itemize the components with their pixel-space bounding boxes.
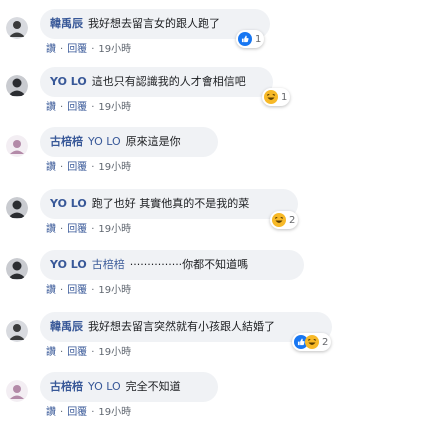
reaction-count-badge[interactable]: 2 [292,333,332,351]
avatar[interactable] [6,320,28,342]
like-link[interactable]: 讚 [46,102,56,113]
separator-dot: · [60,407,64,418]
comment-actions: 讚 · 回覆 · 19小時 [46,161,135,175]
comment-bubble: YO LO 這也只有認識我的人才會相信吧 [40,67,273,97]
comment-bubble: 古棓棓 YO LO 完全不知道 [40,372,218,402]
reaction-count: 1 [281,91,288,103]
comment: 古棓棓 YO LO 原來這是你 讚 · 回覆 · 19小時 [0,127,421,181]
comment-actions: 讚 · 回覆 · 19小時 [46,406,135,420]
comment: YO LO 古棓棓 ···············你都不知道嗎 讚 · 回覆 · 19小時 [0,250,421,304]
avatar[interactable] [6,75,28,97]
reaction-count-badge[interactable]: 1 [236,30,265,48]
comment-text: 我好想去留言突然就有小孩跟人結婚了 [88,320,275,333]
comment-timestamp[interactable]: 19小時 [98,224,131,235]
comment-text: 跑了也好 其實他真的不是我的菜 [91,197,250,210]
comment-timestamp[interactable]: 19小時 [98,44,131,55]
comment: 古棓棓 YO LO 完全不知道 讚 · 回覆 · 19小時 [0,372,421,426]
comment-text: 這也只有認識我的人才會相信吧 [91,75,246,88]
comment-actions: 讚 · 回覆 · 19小時 [46,284,135,298]
comment-text: ···············你都不知道嗎 [129,258,249,271]
comment-author[interactable]: YO LO [50,197,87,210]
comment-author[interactable]: 韓禹辰 [50,17,83,30]
reaction-count: 2 [289,214,296,226]
like-link[interactable]: 讚 [46,44,56,55]
separator-dot: · [91,162,95,173]
haha-icon [305,335,319,349]
comment: YO LO 跑了也好 其實他真的不是我的菜 2 讚 · 回覆 · 19小時 [0,189,421,243]
comment-author[interactable]: 韓禹辰 [50,320,83,333]
haha-icon [264,90,278,104]
separator-dot: · [60,285,64,296]
like-link[interactable]: 讚 [46,285,56,296]
comment-author[interactable]: YO LO [50,258,87,271]
separator-dot: · [60,347,64,358]
comment-timestamp[interactable]: 19小時 [98,162,131,173]
separator-dot: · [91,285,95,296]
haha-icon [272,213,286,227]
comment-author[interactable]: 古棓棓 [50,135,83,148]
comment-bubble: 韓禹辰 我好想去留言突然就有小孩跟人結婚了 [40,312,332,342]
separator-dot: · [60,162,64,173]
separator-dot: · [60,102,64,113]
comment-text: 原來這是你 [125,135,181,148]
avatar[interactable] [6,135,28,157]
comment-author[interactable]: YO LO [50,75,87,88]
comment-mention[interactable]: YO LO [88,135,121,148]
like-link[interactable]: 讚 [46,407,56,418]
separator-dot: · [91,347,95,358]
avatar[interactable] [6,17,28,39]
separator-dot: · [91,44,95,55]
like-link[interactable]: 讚 [46,224,56,235]
reply-link[interactable]: 回覆 [67,102,87,113]
comment-bubble: 韓禹辰 我好想去留言女的跟人跑了 [40,9,270,39]
reaction-count-badge[interactable]: 1 [262,88,291,106]
comment-thread: 韓禹辰 我好想去留言女的跟人跑了 1 讚 · 回覆 · 19小時 YO LO 這也只有認識我… [0,0,421,421]
comment-bubble: YO LO 古棓棓 ···············你都不知道嗎 [40,250,304,280]
comment-timestamp[interactable]: 19小時 [98,285,131,296]
like-link[interactable]: 讚 [46,162,56,173]
comment-text: 我好想去留言女的跟人跑了 [88,17,220,30]
separator-dot: · [91,407,95,418]
comment-timestamp[interactable]: 19小時 [98,347,131,358]
comment-actions: 讚 · 回覆 · 19小時 [46,43,135,57]
reply-link[interactable]: 回覆 [67,347,87,358]
comment-bubble: YO LO 跑了也好 其實他真的不是我的菜 [40,189,298,219]
reply-link[interactable]: 回覆 [67,407,87,418]
comment: YO LO 這也只有認識我的人才會相信吧 1 讚 · 回覆 · 19小時 [0,67,421,121]
avatar[interactable] [6,380,28,402]
comment-actions: 讚 · 回覆 · 19小時 [46,101,135,115]
reaction-count: 2 [322,336,329,348]
comment: 韓禹辰 我好想去留言突然就有小孩跟人結婚了 2 讚 · 回覆 · 19小時 [0,312,421,366]
avatar[interactable] [6,197,28,219]
like-link[interactable]: 讚 [46,347,56,358]
reaction-count: 1 [255,33,262,45]
comment-timestamp[interactable]: 19小時 [98,102,131,113]
reply-link[interactable]: 回覆 [67,162,87,173]
separator-dot: · [60,44,64,55]
reaction-count-badge[interactable]: 2 [270,211,299,229]
avatar[interactable] [6,258,28,280]
comment-author[interactable]: 古棓棓 [50,380,83,393]
comment-actions: 讚 · 回覆 · 19小時 [46,346,135,360]
comment-actions: 讚 · 回覆 · 19小時 [46,223,135,237]
comment-mention[interactable]: 古棓棓 [92,258,125,271]
separator-dot: · [60,224,64,235]
comment-bubble: 古棓棓 YO LO 原來這是你 [40,127,218,157]
reply-link[interactable]: 回覆 [67,285,87,296]
separator-dot: · [91,224,95,235]
like-icon [238,32,252,46]
comment-mention[interactable]: YO LO [88,380,121,393]
comment-timestamp[interactable]: 19小時 [98,407,131,418]
comment-text: 完全不知道 [125,380,181,393]
reply-link[interactable]: 回覆 [67,224,87,235]
separator-dot: · [91,102,95,113]
reply-link[interactable]: 回覆 [67,44,87,55]
comment: 韓禹辰 我好想去留言女的跟人跑了 1 讚 · 回覆 · 19小時 [0,9,421,63]
